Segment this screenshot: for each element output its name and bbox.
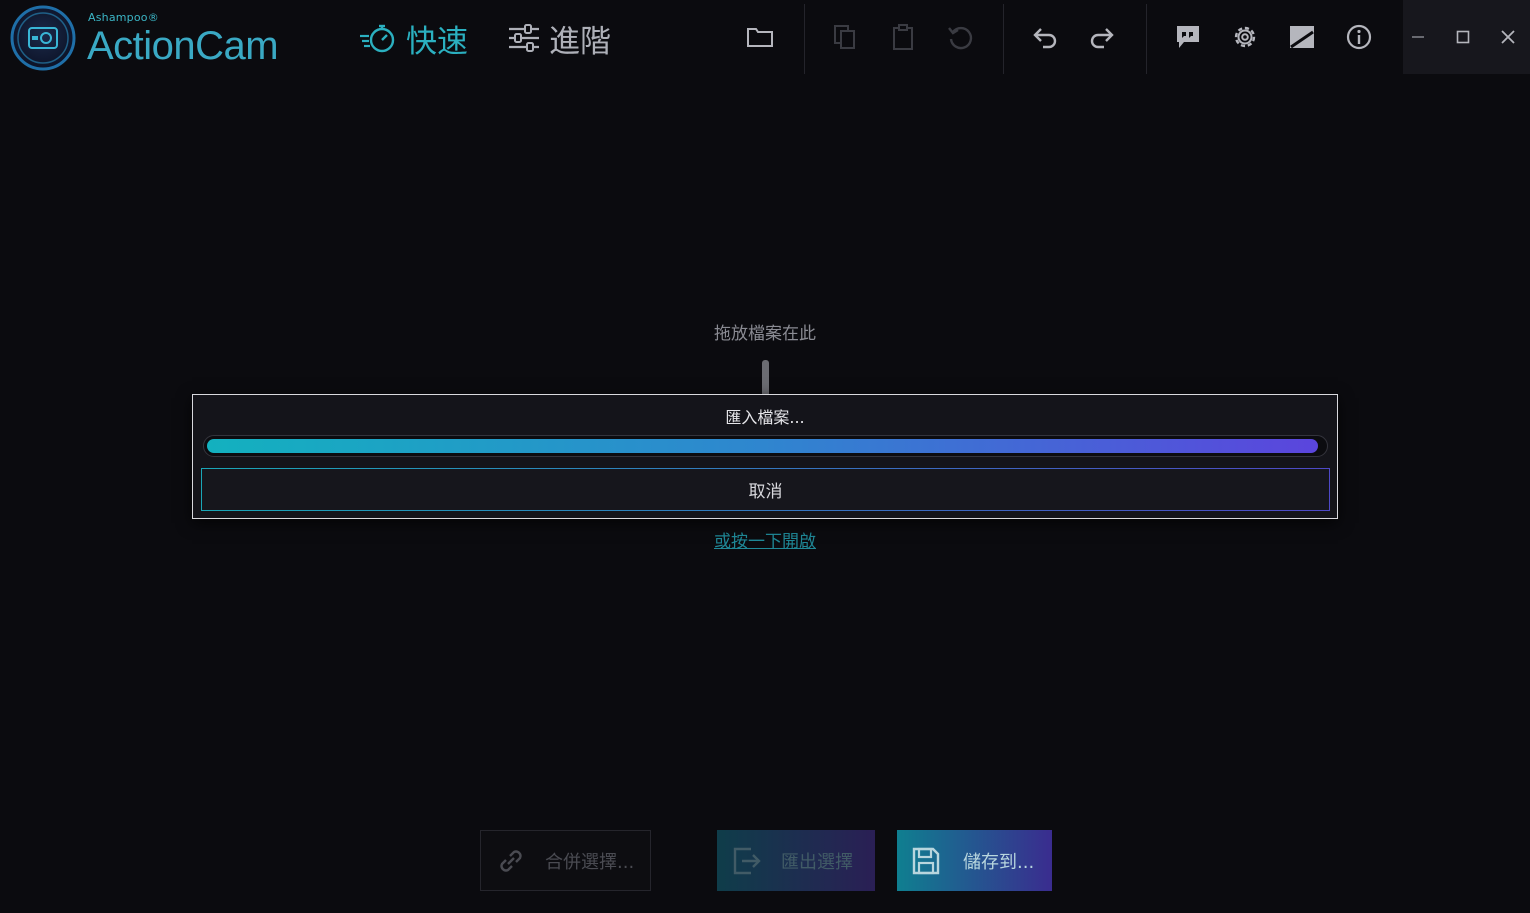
feedback-icon xyxy=(1177,26,1199,48)
open-file-link[interactable]: 或按一下開啟 xyxy=(0,527,1530,552)
redo-icon xyxy=(1090,28,1114,49)
save-to-label: 儲存到... xyxy=(963,851,1035,873)
gear-icon xyxy=(1234,26,1256,48)
save-to-button[interactable]: 儲存到... xyxy=(897,830,1052,891)
clipboard-icon xyxy=(893,24,913,50)
cancel-button-label: 取消 xyxy=(748,482,783,502)
exposure-icon xyxy=(1290,26,1314,49)
mode-advanced-button[interactable]: 進階 xyxy=(507,18,611,60)
save-icon xyxy=(912,847,940,874)
link-icon xyxy=(500,849,522,872)
close-icon xyxy=(1501,30,1515,44)
exposure-button[interactable] xyxy=(1282,16,1322,58)
export-icon xyxy=(733,847,761,874)
drop-files-hint: 拖放檔案在此 xyxy=(714,324,816,344)
export-selection-label: 匯出選擇 xyxy=(781,851,853,873)
merge-selection-button[interactable]: 合併選擇... xyxy=(480,830,651,891)
undo-icon xyxy=(1033,28,1057,49)
merge-selection-label: 合併選擇... xyxy=(545,851,635,873)
redo-button[interactable] xyxy=(1082,16,1122,58)
close-window-button[interactable] xyxy=(1490,17,1526,57)
import-progress-bar xyxy=(203,435,1328,457)
actioncam-logo-icon xyxy=(10,5,76,71)
dialog-title: 匯入檔案... xyxy=(725,408,805,427)
import-progress-dialog: 匯入檔案... 取消 xyxy=(192,394,1338,519)
app-window: Ashampoo® ActionCam 快速 進階 拖放檔案在此 或按一下開啟 … xyxy=(0,0,1530,913)
minimize-icon xyxy=(1412,36,1424,38)
info-button[interactable] xyxy=(1339,16,1379,58)
open-folder-button[interactable] xyxy=(740,16,780,58)
reset-icon xyxy=(948,26,973,50)
maximize-icon xyxy=(1456,30,1470,44)
feedback-button[interactable] xyxy=(1168,16,1208,58)
sliders-icon xyxy=(509,24,539,52)
stopwatch-icon xyxy=(360,24,395,53)
open-file-link-text[interactable]: 或按一下開啟 xyxy=(714,532,816,552)
copy-button[interactable] xyxy=(825,16,865,58)
info-icon xyxy=(1346,24,1372,50)
cancel-button[interactable]: 取消 xyxy=(201,468,1330,511)
mode-fast-label: 快速 xyxy=(406,23,468,60)
brand-name: ActionCam xyxy=(87,24,279,68)
maximize-button[interactable] xyxy=(1445,17,1481,57)
toolbar-separator xyxy=(1003,4,1004,74)
window-controls xyxy=(1403,0,1530,74)
minimize-button[interactable] xyxy=(1400,17,1436,57)
progress-fill xyxy=(207,439,1319,453)
settings-button[interactable] xyxy=(1225,16,1265,58)
drop-handle-indicator xyxy=(762,360,769,398)
paste-button[interactable] xyxy=(883,16,923,58)
reset-button[interactable] xyxy=(940,16,980,58)
copy-icon xyxy=(834,25,855,49)
folder-icon xyxy=(747,28,773,47)
export-selection-button[interactable]: 匯出選擇 xyxy=(717,830,875,891)
toolbar-separator xyxy=(804,4,805,74)
toolbar-separator xyxy=(1146,4,1147,74)
undo-button[interactable] xyxy=(1025,16,1065,58)
mode-fast-button[interactable]: 快速 xyxy=(358,18,468,60)
mode-advanced-label: 進階 xyxy=(549,23,611,60)
